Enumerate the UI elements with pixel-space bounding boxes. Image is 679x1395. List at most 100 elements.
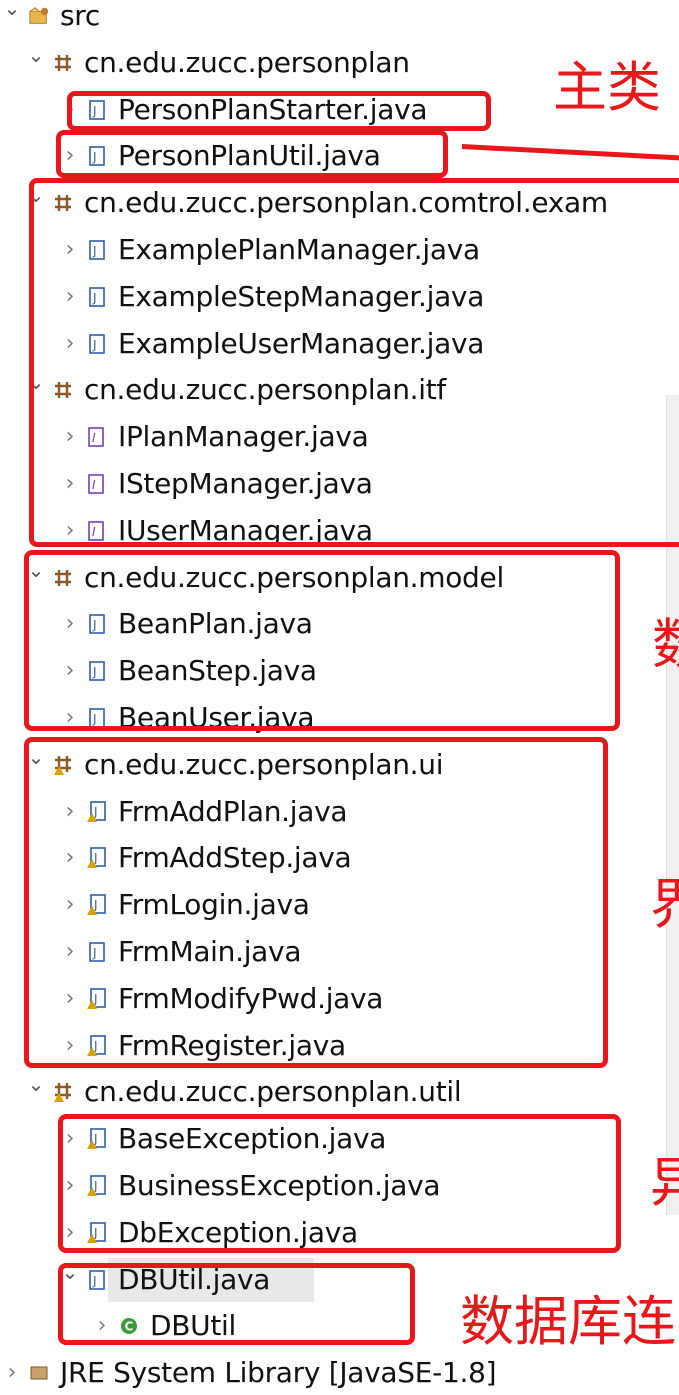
class-icon: C	[118, 1315, 140, 1337]
tree-row[interactable]: › J FrmLogin.java	[0, 883, 679, 927]
chevron-right-icon[interactable]: ›	[92, 1304, 112, 1348]
chevron-down-icon[interactable]: ⌄	[60, 1250, 80, 1294]
java-file-warning-icon: J	[86, 987, 108, 1010]
svg-text:J: J	[92, 150, 97, 164]
svg-text:J: J	[92, 244, 97, 258]
tree-row-label: DBUtil	[150, 1309, 237, 1343]
svg-text:J: J	[92, 712, 97, 726]
chevron-right-icon[interactable]: ›	[60, 696, 80, 740]
chevron-right-icon[interactable]: ›	[60, 930, 80, 974]
java-file-icon: J	[86, 941, 108, 963]
interface-file-icon: I	[86, 520, 108, 542]
chevron-right-icon[interactable]: ›	[60, 322, 80, 366]
chevron-right-icon[interactable]: ›	[60, 649, 80, 693]
package-explorer-tree: ⌄ src ⌄ cn.edu.zucc.personplan › J PersonPlanS…	[0, 0, 679, 1389]
tree-row-label: ExampleUserManager.java	[118, 326, 485, 360]
vertical-scrollbar[interactable]	[666, 395, 679, 1215]
chevron-right-icon[interactable]: ›	[60, 134, 80, 178]
annotation-exception: 异	[650, 1151, 679, 1214]
tree-row-label: src	[60, 0, 100, 32]
tree-row-label: IUserManager.java	[118, 513, 373, 547]
tree-row-label: IPlanManager.java	[118, 420, 369, 454]
java-file-icon: J	[86, 145, 108, 167]
chevron-down-icon[interactable]: ⌄	[26, 360, 46, 404]
chevron-right-icon[interactable]: ›	[60, 1211, 80, 1255]
tree-row[interactable]: › J FrmRegister.java	[0, 1024, 679, 1068]
chevron-right-icon[interactable]: ›	[60, 790, 80, 834]
java-file-icon: J	[86, 613, 108, 635]
chevron-right-icon[interactable]: ›	[60, 275, 80, 319]
tree-row-label: PersonPlanStarter.java	[118, 92, 428, 126]
chevron-down-icon[interactable]: ⌄	[26, 1062, 46, 1106]
tree-row[interactable]: › I IStepManager.java	[0, 462, 679, 506]
tree-row-label: FrmAddPlan.java	[118, 794, 348, 828]
tree-row[interactable]: ⌄ cn.edu.zucc.personplan.ui	[0, 743, 679, 787]
chevron-right-icon[interactable]: ›	[60, 1024, 80, 1068]
tree-row-label: BeanStep.java	[118, 654, 317, 688]
java-file-icon: J	[86, 239, 108, 261]
chevron-right-icon[interactable]: ›	[60, 228, 80, 272]
tree-row[interactable]: ⌄ cn.edu.zucc.personplan.model	[0, 556, 679, 600]
tree-row[interactable]: › I IPlanManager.java	[0, 415, 679, 459]
tree-row-label: ExamplePlanManager.java	[118, 233, 480, 266]
chevron-down-icon[interactable]: ⌄	[26, 173, 46, 217]
svg-text:I: I	[92, 478, 96, 492]
tree-row[interactable]: › J BaseException.java	[0, 1117, 679, 1161]
tree-row-label: FrmModifyPwd.java	[118, 981, 384, 1015]
chevron-right-icon[interactable]: ›	[60, 509, 80, 553]
tree-row[interactable]: › J BusinessException.java	[0, 1164, 679, 1208]
java-file-warning-icon: J	[86, 1034, 108, 1057]
package-icon	[52, 52, 74, 74]
tree-row-label: cn.edu.zucc.personplan.itf	[84, 373, 446, 407]
tree-row[interactable]: ⌄ cn.edu.zucc.personplan.comtrol.exam	[0, 181, 679, 225]
chevron-right-icon[interactable]: ›	[60, 1117, 80, 1161]
java-file-icon: J	[86, 660, 108, 682]
tree-row[interactable]: ⌄ cn.edu.zucc.personplan.itf	[0, 368, 679, 412]
svg-text:I: I	[92, 525, 96, 539]
svg-text:J: J	[92, 104, 97, 118]
tree-row-label: DbException.java	[118, 1215, 358, 1249]
tree-row-label: BaseException.java	[118, 1122, 387, 1156]
tree-row-label: BusinessException.java	[118, 1169, 441, 1202]
chevron-right-icon[interactable]: ›	[60, 836, 80, 880]
tree-row[interactable]: › J PersonPlanUtil.java	[0, 134, 679, 178]
chevron-right-icon[interactable]: ›	[60, 462, 80, 506]
chevron-right-icon[interactable]: ›	[60, 883, 80, 927]
tree-row-label: cn.edu.zucc.personplan.ui	[84, 747, 444, 781]
annotation-ui: 界	[650, 873, 679, 936]
tree-row[interactable]: › J FrmModifyPwd.java	[0, 977, 679, 1021]
tree-row[interactable]: › J FrmMain.java	[0, 930, 679, 974]
tree-row[interactable]: ⌄ cn.edu.zucc.personplan.util	[0, 1070, 679, 1114]
svg-text:C: C	[125, 1320, 134, 1334]
chevron-down-icon[interactable]: ⌄	[26, 33, 46, 77]
tree-row-label: ExampleStepManager.java	[118, 279, 485, 313]
chevron-down-icon[interactable]: ⌄	[2, 0, 22, 30]
tree-row-label: FrmLogin.java	[118, 888, 310, 922]
tree-row[interactable]: › J BeanUser.java	[0, 696, 679, 740]
tree-row-label: BeanUser.java	[118, 701, 315, 734]
svg-text:J: J	[92, 338, 97, 352]
tree-row[interactable]: ⌄ J DBUtil.java	[62, 1257, 314, 1302]
tree-row[interactable]: › J DbException.java	[0, 1211, 679, 1255]
package-icon	[52, 379, 74, 401]
tree-row[interactable]: › I IUserManager.java	[0, 509, 679, 553]
java-file-warning-icon: J	[86, 800, 108, 823]
tree-row[interactable]: ⌄ src	[0, 0, 679, 38]
chevron-right-icon[interactable]: ›	[60, 977, 80, 1021]
tree-row[interactable]: › J ExampleStepManager.java	[0, 275, 679, 319]
chevron-right-icon[interactable]: ›	[60, 88, 80, 132]
library-icon	[28, 1362, 50, 1384]
tree-row[interactable]: › J FrmAddStep.java	[0, 836, 679, 880]
chevron-down-icon[interactable]: ⌄	[26, 548, 46, 592]
tree-row[interactable]: › J BeanStep.java	[0, 649, 679, 693]
chevron-right-icon[interactable]: ›	[60, 415, 80, 459]
tree-row[interactable]: › J ExampleUserManager.java	[0, 322, 679, 366]
svg-text:J: J	[92, 291, 97, 305]
chevron-down-icon[interactable]: ⌄	[26, 735, 46, 779]
tree-row[interactable]: › J ExamplePlanManager.java	[0, 228, 679, 272]
tree-row[interactable]: › J FrmAddPlan.java	[0, 790, 679, 834]
tree-row[interactable]: › J BeanPlan.java	[0, 602, 679, 646]
chevron-right-icon[interactable]: ›	[60, 602, 80, 646]
chevron-right-icon[interactable]: ›	[60, 1164, 80, 1208]
tree-row-label: cn.edu.zucc.personplan.util	[84, 1075, 462, 1109]
